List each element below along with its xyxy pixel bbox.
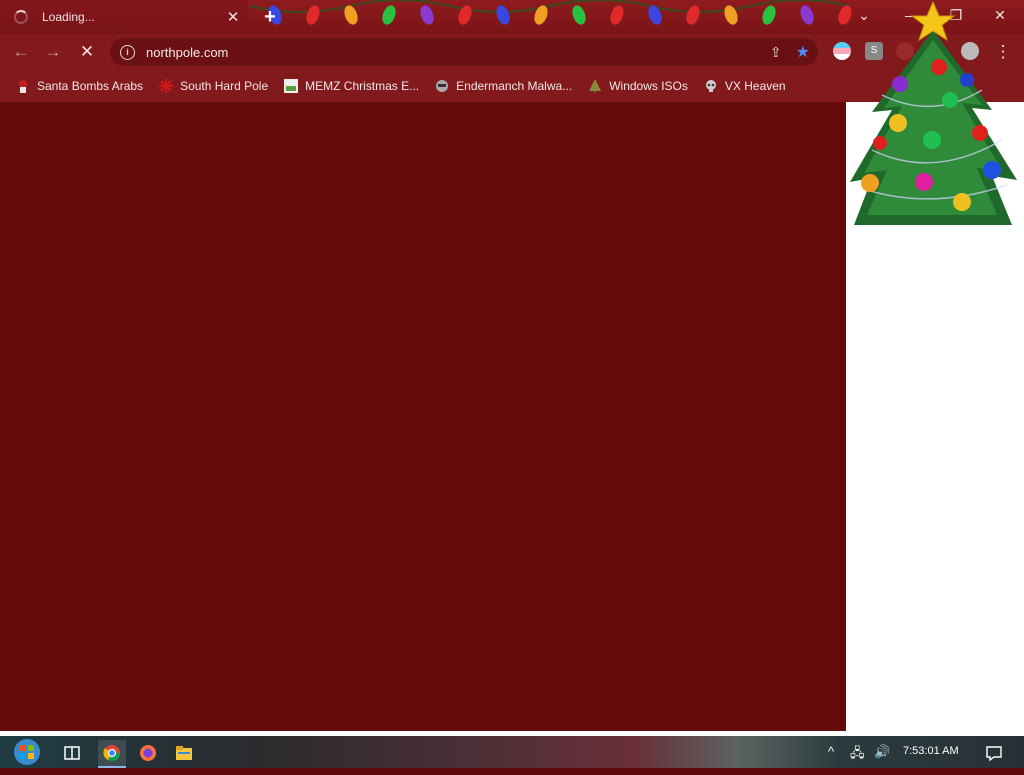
bookmark-star-icon[interactable]: ★	[796, 42, 810, 62]
bookmark-label: South Hard Pole	[180, 79, 269, 93]
bookmark-memz-christmas[interactable]: MEMZ Christmas E...	[284, 79, 419, 93]
light-bulb-icon	[496, 5, 510, 25]
taskbar: ^ 🖧 🔊 7:53:01 AM	[0, 736, 1024, 768]
light-bulb-icon	[382, 5, 396, 25]
task-view-icon[interactable]	[58, 740, 86, 766]
bookmark-label: MEMZ Christmas E...	[305, 79, 420, 93]
bookmark-south-hard-pole[interactable]: South Hard Pole	[159, 79, 268, 93]
skull-icon	[704, 79, 718, 93]
volume-icon[interactable]: 🔊	[874, 744, 890, 760]
page-content[interactable]	[0, 102, 846, 731]
firefox-taskbar-icon[interactable]	[134, 740, 162, 766]
file-explorer-icon[interactable]	[170, 740, 198, 766]
show-hidden-icons-button[interactable]: ^	[828, 744, 834, 759]
stop-loading-button[interactable]: ✕	[76, 41, 98, 63]
forward-button[interactable]: →	[42, 41, 64, 63]
address-bar[interactable]: i northpole.com ⇪ ★	[110, 38, 818, 66]
raccoon-icon	[435, 79, 449, 93]
light-bulb-icon	[800, 5, 814, 25]
bookmark-windows-isos[interactable]: Windows ISOs	[588, 79, 688, 93]
bookmark-label: VX Heaven	[724, 79, 786, 93]
bookmark-santa-bombs-arabs[interactable]: Santa Bombs Arabs	[16, 79, 143, 93]
light-bulb-icon	[610, 5, 624, 25]
light-bulb-icon	[648, 5, 662, 25]
bookmark-vx-heaven[interactable]: VX Heaven	[704, 79, 786, 93]
santa-icon	[16, 79, 30, 93]
light-bulb-icon	[306, 5, 320, 25]
snowflake-icon	[159, 79, 174, 93]
share-icon[interactable]: ⇪	[770, 44, 782, 61]
clock[interactable]: 7:53:01 AM	[903, 745, 959, 757]
bookmark-label: Windows ISOs	[609, 79, 688, 93]
tab-title: Loading...	[42, 10, 95, 24]
image-icon	[284, 79, 299, 93]
bookmark-label: Endermanch Malwa...	[456, 79, 573, 93]
bookmark-endermanch-malware[interactable]: Endermanch Malwa...	[435, 79, 572, 93]
tree-icon	[588, 79, 602, 93]
loading-spinner-icon	[14, 10, 28, 24]
url-text[interactable]: northpole.com	[146, 45, 770, 60]
light-bulb-icon	[572, 5, 586, 25]
tab-close-button[interactable]: ✕	[224, 8, 242, 26]
new-tab-button[interactable]: +	[259, 6, 281, 28]
network-icon[interactable]: 🖧	[850, 744, 865, 766]
browser-tab[interactable]: Loading... ✕	[0, 0, 248, 34]
back-button[interactable]: ←	[10, 41, 32, 63]
light-bulb-icon	[686, 5, 700, 25]
light-bulb-icon	[420, 5, 434, 25]
christmas-tree-icon	[850, 0, 1017, 225]
light-bulb-icon	[762, 5, 776, 25]
site-info-icon[interactable]: i	[120, 44, 135, 60]
start-button[interactable]	[10, 737, 44, 767]
bookmark-label: Santa Bombs Arabs	[37, 79, 144, 93]
light-bulb-icon	[724, 5, 738, 25]
notification-icon[interactable]	[980, 740, 1008, 766]
chrome-taskbar-icon[interactable]	[98, 740, 126, 768]
